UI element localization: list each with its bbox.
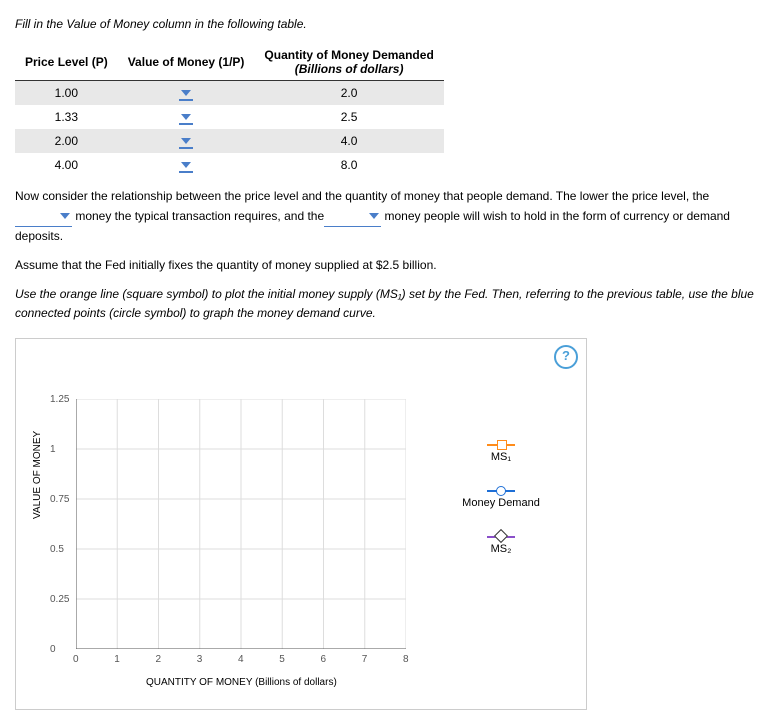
price-cell: 1.33 [15, 105, 118, 129]
data-table: Price Level (P) Value of Money (1/P) Qua… [15, 44, 444, 177]
qty-cell: 2.0 [254, 81, 443, 106]
blank-1-dropdown[interactable] [15, 206, 72, 226]
square-icon [487, 444, 515, 446]
table-row: 1.33 2.5 [15, 105, 444, 129]
col-header-price: Price Level (P) [15, 44, 118, 81]
instruction-text: Fill in the Value of Money column in the… [15, 15, 757, 34]
table-row: 1.00 2.0 [15, 81, 444, 106]
diamond-icon [487, 536, 515, 538]
graph-container: ? VALUE OF MONEY QUANTITY OF MONEY (Bill… [15, 338, 587, 710]
legend-ms1[interactable]: MS₁ [446, 439, 556, 463]
circle-icon [487, 490, 515, 492]
price-cell: 4.00 [15, 153, 118, 177]
legend: MS₁ Money Demand MS₂ [446, 439, 556, 577]
x-axis-label: QUANTITY OF MONEY (Billions of dollars) [146, 677, 337, 688]
value-dropdown[interactable] [118, 153, 255, 177]
table-row: 4.00 8.0 [15, 153, 444, 177]
blank-2-dropdown[interactable] [324, 206, 381, 226]
col-header-qty: Quantity of Money Demanded (Billions of … [254, 44, 443, 81]
table-row: 2.00 4.0 [15, 129, 444, 153]
qty-cell: 4.0 [254, 129, 443, 153]
caret-icon [60, 213, 70, 219]
price-cell: 2.00 [15, 129, 118, 153]
value-dropdown[interactable] [118, 129, 255, 153]
legend-ms2[interactable]: MS₂ [446, 531, 556, 555]
help-button[interactable]: ? [554, 345, 578, 369]
qty-cell: 8.0 [254, 153, 443, 177]
price-cell: 1.00 [15, 81, 118, 106]
value-dropdown[interactable] [118, 81, 255, 106]
col-header-value: Value of Money (1/P) [118, 44, 255, 81]
y-axis-label: VALUE OF MONEY [32, 431, 43, 519]
assumption-text: Assume that the Fed initially fixes the … [15, 256, 757, 275]
question-paragraph-1: Now consider the relationship between th… [15, 187, 757, 246]
qty-cell: 2.5 [254, 105, 443, 129]
plot-area[interactable] [76, 399, 406, 649]
caret-icon [369, 213, 379, 219]
graph-instruction: Use the orange line (square symbol) to p… [15, 285, 757, 323]
legend-money-demand[interactable]: Money Demand [446, 485, 556, 509]
value-dropdown[interactable] [118, 105, 255, 129]
